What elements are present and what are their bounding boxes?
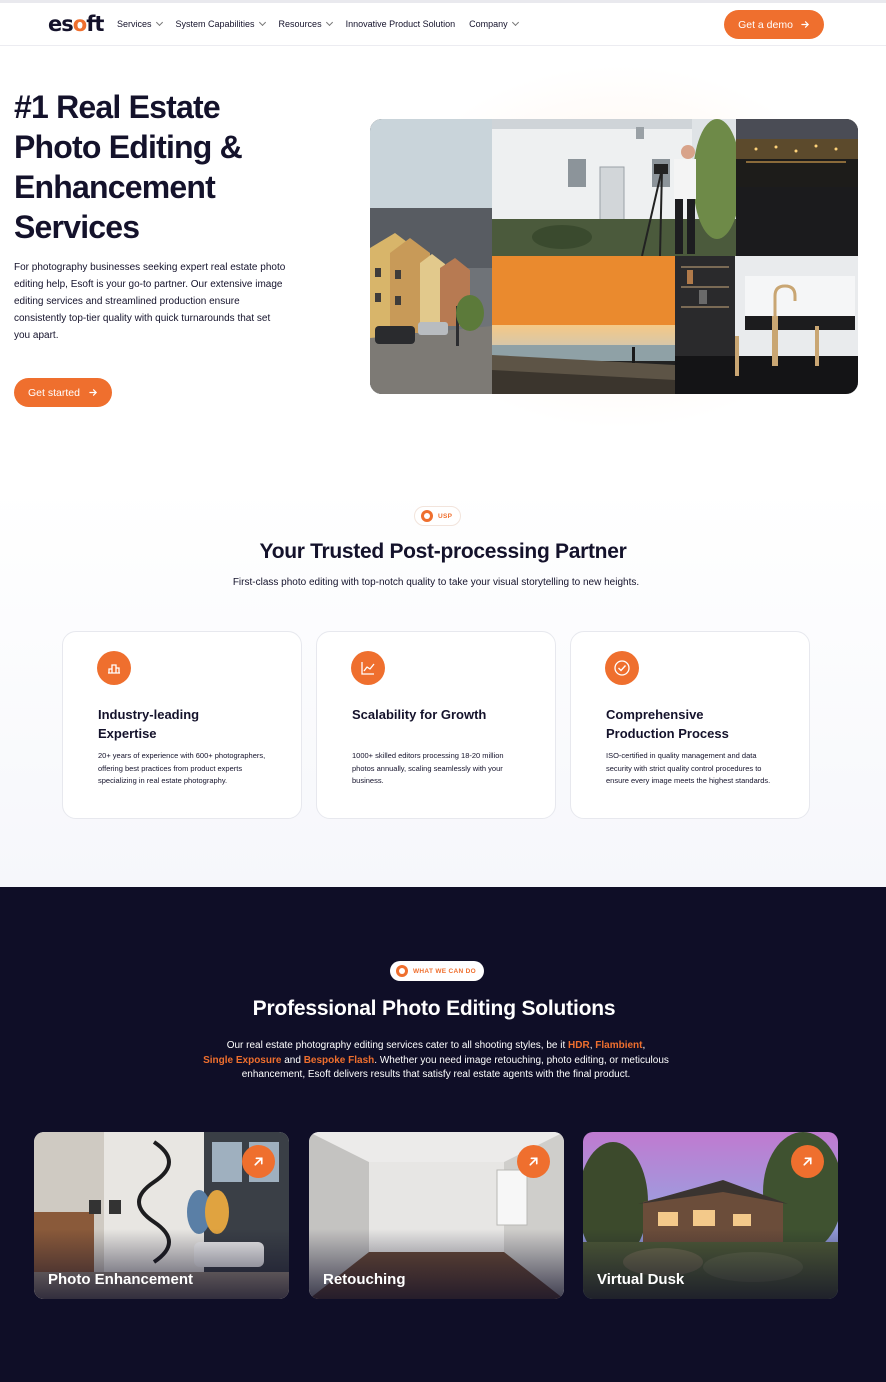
hero-title: #1 Real Estate Photo Editing & Enhanceme… — [14, 89, 243, 245]
nav-item-system-capabilities[interactable]: System Capabilities — [176, 18, 266, 29]
service-card-photo-enhancement[interactable]: Photo Enhancement — [34, 1132, 289, 1299]
get-a-demo-button[interactable]: Get a demo — [724, 10, 824, 39]
chevron-down-icon — [511, 18, 519, 27]
usp-card-production: Comprehensive Production Process ISO-cer… — [570, 631, 810, 819]
nav-item-services[interactable]: Services — [117, 18, 163, 29]
get-started-button[interactable]: Get started — [14, 378, 112, 407]
service-card-retouching[interactable]: Retouching — [309, 1132, 564, 1299]
card-shade — [309, 1229, 564, 1299]
hero-description: For photography businesses seeking exper… — [14, 262, 286, 341]
chevron-down-icon — [325, 18, 333, 27]
solutions-title: Professional Photo Editing Solutions — [252, 997, 616, 1020]
badge-logo-icon — [421, 510, 433, 522]
usp-title: Your Trusted Post-processing Partner — [259, 540, 627, 563]
usp-badge: USP — [414, 506, 462, 526]
card-shade — [583, 1229, 838, 1299]
collage-kitchen-photo — [675, 256, 858, 394]
arrow-up-right-icon[interactable] — [791, 1145, 824, 1178]
bespoke-flash-link[interactable]: Bespoke Flash — [304, 1055, 375, 1066]
card-title: Comprehensive Production Process — [606, 707, 729, 741]
solutions-description: Our real estate photography editing serv… — [203, 1040, 669, 1080]
single-exposure-link[interactable]: Single Exposure — [203, 1055, 281, 1066]
usp-subtitle: First-class photo editing with top-notch… — [232, 577, 640, 588]
nav-item-company[interactable]: Company — [469, 18, 519, 29]
arrow-right-icon — [801, 21, 809, 28]
nav-item-resources[interactable]: Resources — [279, 18, 333, 29]
collage-photographer-house-photo — [492, 119, 736, 256]
what-we-can-do-badge: WHAT WE CAN DO — [390, 961, 484, 981]
arrow-up-right-icon[interactable] — [517, 1145, 550, 1178]
badge-label: WHAT WE CAN DO — [413, 967, 476, 975]
collage-street-photo — [370, 208, 492, 394]
hero-section: #1 Real Estate Photo Editing & Enhanceme… — [0, 47, 886, 487]
get-a-demo-label: Get a demo — [738, 18, 793, 31]
usp-card-scalability: Scalability for Growth 1000+ skilled edi… — [316, 631, 556, 819]
card-title: Scalability for Growth — [352, 707, 487, 722]
card-text: ISO-certified in quality management and … — [606, 751, 771, 785]
badge-label: USP — [438, 512, 453, 520]
collage-sky-tile — [370, 119, 492, 208]
solutions-section: WHAT WE CAN DO Professional Photo Editin… — [0, 887, 886, 1382]
service-card-label: Retouching — [323, 1271, 406, 1288]
collage-night-city-photo — [736, 119, 858, 187]
card-title: Industry-leading Expertise — [98, 707, 200, 741]
usp-section: USP Your Trusted Post-processing Partner… — [0, 487, 886, 887]
flambient-link[interactable]: Flambient — [595, 1040, 642, 1051]
service-card-virtual-dusk[interactable]: Virtual Dusk — [583, 1132, 838, 1299]
esoft-logo[interactable]: esoft — [48, 12, 104, 36]
main-nav: Services System Capabilities Resources I… — [117, 18, 532, 29]
card-text: 1000+ skilled editors processing 18-20 m… — [352, 751, 504, 785]
arrow-up-right-icon[interactable] — [242, 1145, 275, 1178]
badge-logo-icon — [396, 965, 408, 977]
service-card-label: Virtual Dusk — [597, 1271, 685, 1288]
nav-item-innovative-product-solution[interactable]: Innovative Product Solution — [346, 19, 456, 29]
service-card-label: Photo Enhancement — [48, 1271, 194, 1288]
chart-line-icon — [351, 651, 385, 685]
card-text: 20+ years of experience with 600+ photog… — [98, 751, 266, 785]
collage-beach-photo — [492, 325, 675, 394]
collage-orange-tile — [492, 256, 675, 325]
get-started-label: Get started — [28, 386, 80, 399]
hero-photo-collage — [370, 119, 858, 394]
chevron-down-icon — [258, 18, 266, 27]
podium-icon — [97, 651, 131, 685]
check-circle-icon — [605, 651, 639, 685]
collage-dark-tile — [736, 187, 858, 256]
site-header: esoft Services System Capabilities Resou… — [0, 3, 886, 46]
card-shade — [34, 1229, 289, 1299]
usp-card-expertise: Industry-leading Expertise 20+ years of … — [62, 631, 302, 819]
chevron-down-icon — [155, 18, 163, 27]
arrow-right-icon — [89, 389, 97, 396]
hdr-link[interactable]: HDR — [568, 1040, 590, 1051]
